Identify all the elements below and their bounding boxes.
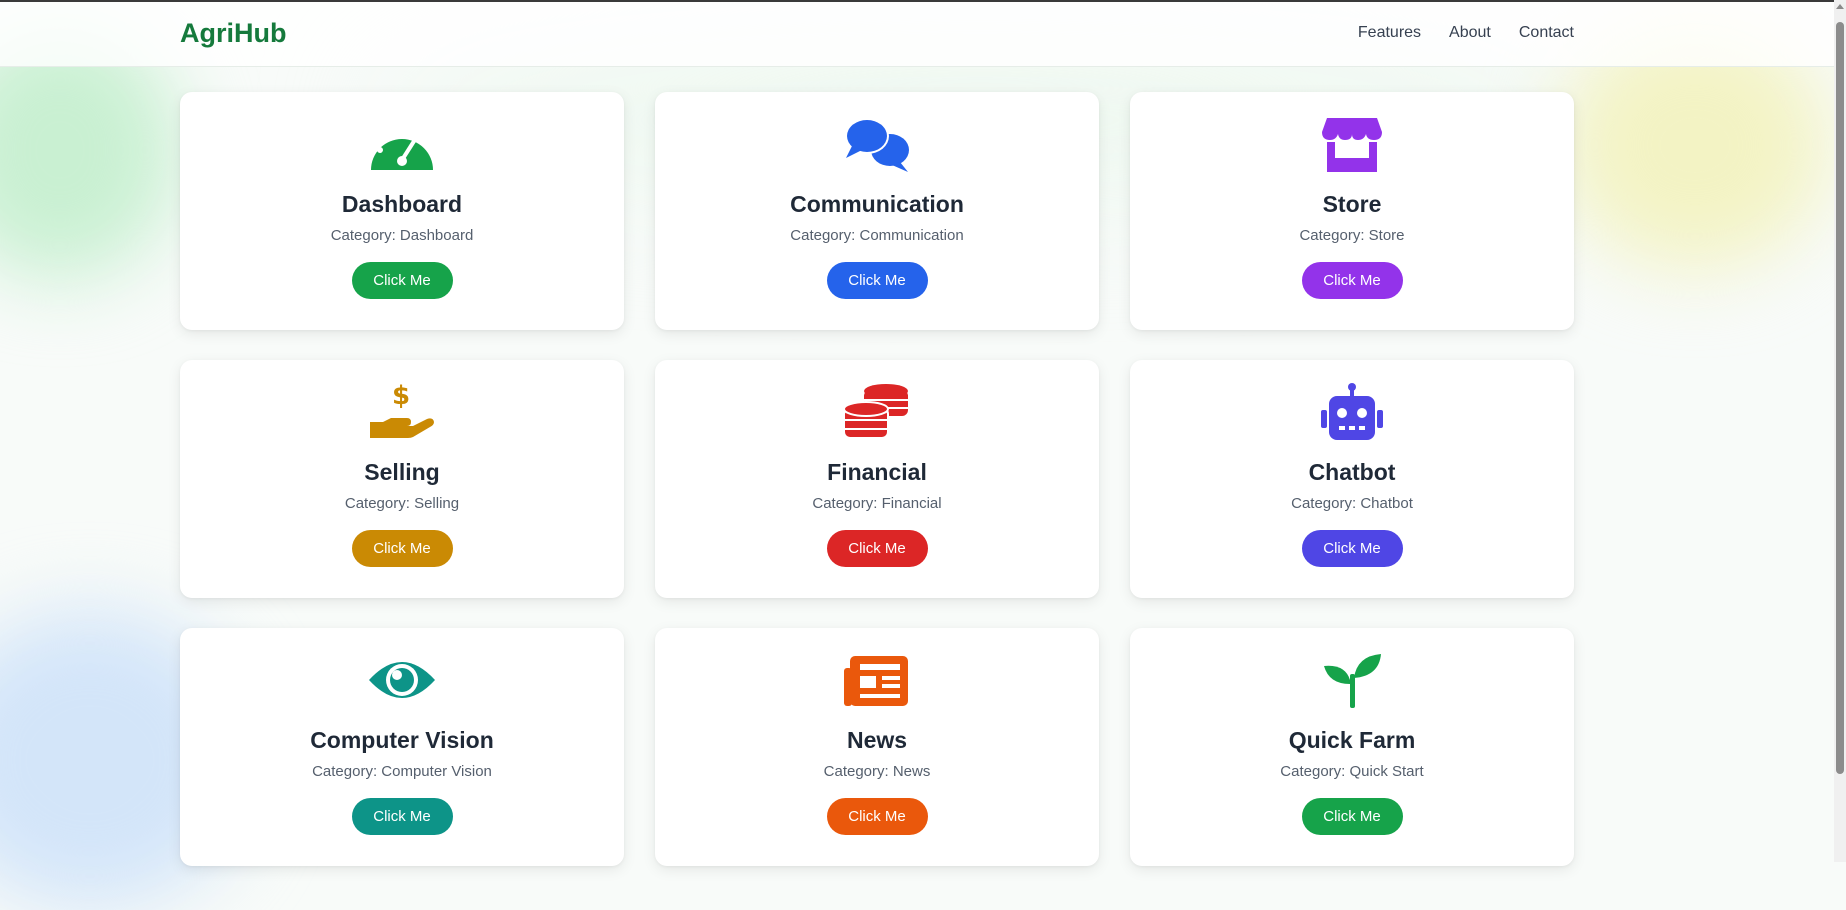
nav-link-contact[interactable]: Contact — [1519, 24, 1574, 42]
window-top-border — [0, 0, 1846, 2]
brand-logo[interactable]: AgriHub — [180, 18, 286, 49]
gauge-icon — [367, 114, 437, 174]
communication-click-button[interactable]: Click Me — [826, 262, 928, 299]
svg-text:$: $ — [392, 382, 410, 411]
card-category: Category: News — [823, 763, 931, 780]
card-title: Dashboard — [341, 191, 463, 217]
robot-icon-svg — [1321, 383, 1383, 440]
financial-click-button[interactable]: Click Me — [826, 530, 928, 567]
card-category: Category: Financial — [812, 495, 942, 512]
card-title: Chatbot — [1308, 459, 1396, 485]
card-selling: $ Selling Category: Selling Click Me — [180, 360, 624, 598]
card-dashboard: Dashboard Category: Dashboard Click Me — [180, 92, 624, 330]
news-click-button[interactable]: Click Me — [826, 798, 928, 835]
eye-icon-svg — [369, 662, 435, 698]
store-icon-svg — [1322, 118, 1382, 172]
card-title: Quick Farm — [1288, 727, 1416, 753]
dashboard-click-button[interactable]: Click Me — [351, 262, 453, 299]
card-quick-farm: Quick Farm Category: Quick Start Click M… — [1130, 628, 1574, 866]
hand-holding-dollar-icon-svg: $ — [370, 382, 434, 438]
comments-icon-svg — [845, 118, 909, 172]
card-title: Selling — [364, 459, 440, 485]
card-title: News — [846, 727, 908, 753]
card-category: Category: Computer Vision — [312, 763, 492, 780]
card-category: Category: Store — [1299, 227, 1405, 244]
card-store: Store Category: Store Click Me — [1130, 92, 1574, 330]
card-title: Store — [1322, 191, 1382, 217]
feature-grid: Dashboard Category: Dashboard Click Me C… — [180, 92, 1574, 866]
card-category: Category: Selling — [344, 495, 460, 512]
coins-icon-svg — [843, 384, 908, 439]
newspaper-icon — [842, 650, 912, 710]
card-chatbot: Chatbot Category: Chatbot Click Me — [1130, 360, 1574, 598]
card-category: Category: Chatbot — [1291, 495, 1413, 512]
card-category: Category: Quick Start — [1280, 763, 1424, 780]
newspaper-icon-svg — [844, 656, 908, 706]
robot-icon — [1317, 382, 1387, 442]
card-communication: Communication Category: Communication Cl… — [655, 92, 1099, 330]
comments-icon — [842, 114, 912, 174]
card-title: Computer Vision — [310, 727, 494, 753]
store-icon — [1317, 114, 1387, 174]
card-news: News Category: News Click Me — [655, 628, 1099, 866]
chatbot-click-button[interactable]: Click Me — [1301, 530, 1403, 567]
gauge-icon-svg — [371, 125, 433, 170]
nav-link-features[interactable]: Features — [1358, 24, 1421, 42]
hand-holding-dollar-icon: $ — [367, 382, 437, 442]
nav-links: Features About Contact — [1358, 24, 1574, 42]
navbar: AgriHub Features About Contact — [0, 2, 1834, 67]
seedling-icon-svg — [1324, 654, 1381, 708]
card-category: Category: Communication — [790, 227, 964, 244]
scroll-up-arrow-icon[interactable] — [1836, 4, 1844, 9]
card-title: Communication — [790, 191, 964, 217]
card-category: Category: Dashboard — [330, 227, 474, 244]
seedling-icon — [1317, 650, 1387, 710]
card-title: Financial — [827, 459, 927, 485]
selling-click-button[interactable]: Click Me — [351, 530, 453, 567]
vertical-scrollbar[interactable] — [1834, 0, 1846, 862]
card-computer-vision: Computer Vision Category: Computer Visio… — [180, 628, 624, 866]
eye-icon — [367, 650, 437, 710]
card-financial: Financial Category: Financial Click Me — [655, 360, 1099, 598]
computer-vision-click-button[interactable]: Click Me — [351, 798, 453, 835]
nav-link-about[interactable]: About — [1449, 24, 1491, 42]
coins-icon — [842, 382, 912, 442]
store-click-button[interactable]: Click Me — [1301, 262, 1403, 299]
scrollbar-thumb[interactable] — [1836, 22, 1844, 774]
quick-farm-click-button[interactable]: Click Me — [1301, 798, 1403, 835]
